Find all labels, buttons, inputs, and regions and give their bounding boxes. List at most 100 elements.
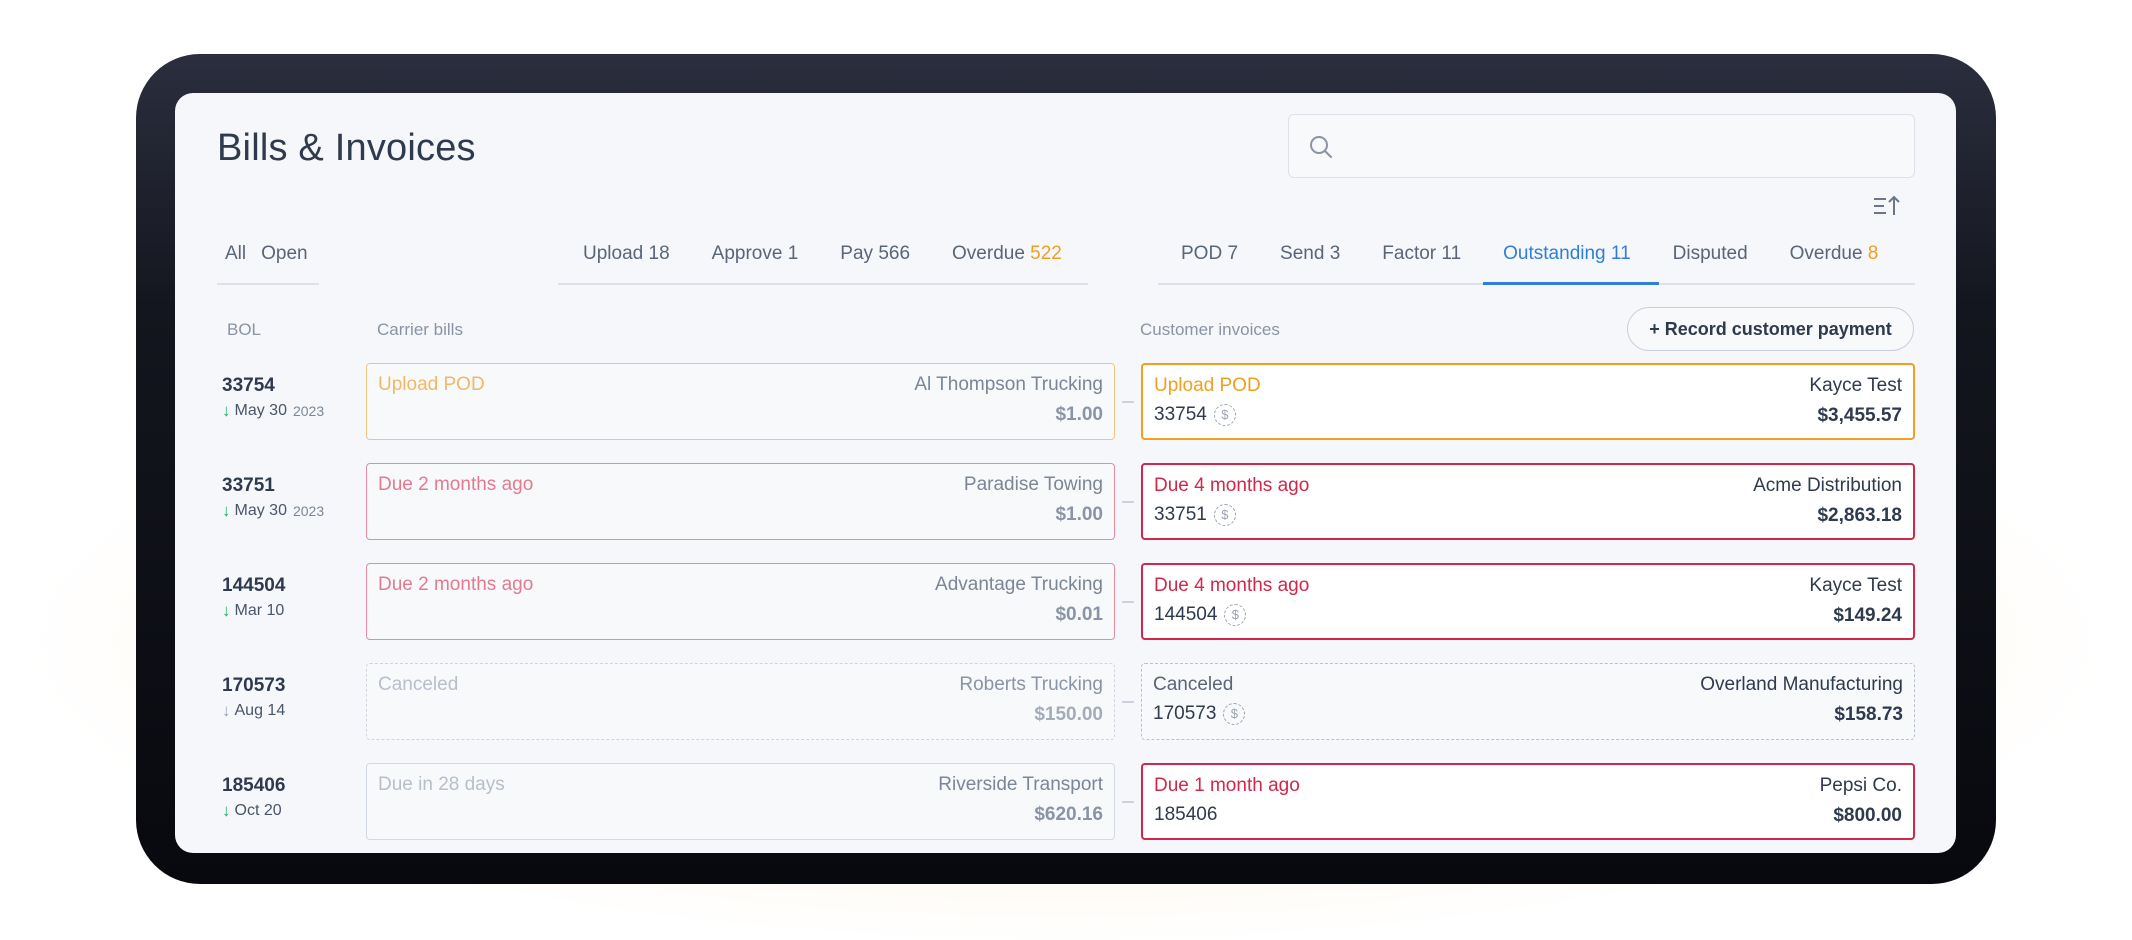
bill-status: Upload POD <box>378 374 485 395</box>
invoice-number: 144504 <box>1154 604 1218 625</box>
tab-label: Factor <box>1382 243 1437 264</box>
tab-count: 3 <box>1329 243 1341 264</box>
invoice-reference: 170573 $ <box>1153 703 1246 725</box>
tab-label: Approve <box>711 243 783 264</box>
invoice-status: Canceled <box>1153 674 1234 695</box>
carrier-bill-card[interactable]: Upload POD Al Thompson Trucking $1.00 <box>366 363 1115 440</box>
dollar-icon[interactable]: $ <box>1224 604 1247 626</box>
customer-name: Overland Manufacturing <box>1700 674 1903 695</box>
carrier-name: Paradise Towing <box>963 474 1103 495</box>
tab-count: 7 <box>1227 243 1239 264</box>
bol-date: ↓ Mar 10 <box>222 601 284 621</box>
sort-icon[interactable] <box>1872 193 1902 221</box>
bol-number[interactable]: 170573 <box>222 675 285 697</box>
dollar-icon[interactable]: $ <box>1213 404 1236 426</box>
carrier-name: Advantage Trucking <box>935 574 1103 595</box>
date-label: May 30 <box>234 502 287 519</box>
tab-outstanding[interactable]: Outstanding 11 <box>1503 243 1630 265</box>
carrier-name: Riverside Transport <box>938 774 1103 795</box>
bol-number[interactable]: 144504 <box>222 575 285 597</box>
bol-date: ↓ May 30 2023 <box>222 401 324 421</box>
arrow-down-icon: ↓ <box>222 701 231 720</box>
invoice-number: 185406 <box>1154 804 1218 825</box>
arrow-down-icon: ↓ <box>222 801 231 820</box>
bill-status: Due in 28 days <box>378 774 505 795</box>
invoice-number: 33754 <box>1154 404 1207 425</box>
tab-label: Pay <box>840 243 874 264</box>
invoice-reference: 33751 $ <box>1154 504 1236 526</box>
bill-tabs: Upload 18 Approve 1 Pay 566 Overdue 522 <box>583 243 1062 279</box>
tab-label: Outstanding <box>1503 243 1606 264</box>
dollar-icon[interactable]: $ <box>1213 504 1236 526</box>
bol-number[interactable]: 185406 <box>222 775 285 797</box>
year-label: 2023 <box>292 403 325 419</box>
tab-upload[interactable]: Upload 18 <box>583 243 670 265</box>
invoice-number: 170573 <box>1153 703 1217 724</box>
carrier-bill-card[interactable]: Due 2 months ago Paradise Towing $1.00 <box>366 463 1115 540</box>
tab-factor[interactable]: Factor 11 <box>1382 243 1461 265</box>
invoice-reference: 185406 <box>1154 804 1217 826</box>
invoice-reference: 144504 $ <box>1154 604 1247 626</box>
column-header-carrier-bills: Carrier bills <box>377 320 463 339</box>
bol-number[interactable]: 33751 <box>222 475 275 497</box>
customer-invoice-card[interactable]: Due 1 month ago 185406 Pepsi Co. $800.00 <box>1141 763 1915 840</box>
column-header-bol: BOL <box>227 320 262 339</box>
tab-pod[interactable]: POD 7 <box>1181 243 1238 265</box>
tab-all[interactable]: All <box>225 243 246 265</box>
bill-status: Canceled <box>378 674 459 695</box>
tab-count: 566 <box>878 243 911 264</box>
row-connector <box>1122 701 1134 703</box>
tab-label: POD <box>1181 243 1223 264</box>
bol-number[interactable]: 33754 <box>222 375 275 397</box>
carrier-bill-card[interactable]: Due in 28 days Riverside Transport $620.16 <box>366 763 1115 840</box>
app-screen: Bills & Invoices All Open Upload 18 Appr… <box>175 93 1956 853</box>
bill-amount: $1.00 <box>1055 404 1103 425</box>
customer-name: Acme Distribution <box>1753 475 1902 496</box>
tab-count: 1 <box>787 243 799 264</box>
tab-send[interactable]: Send 3 <box>1280 243 1340 265</box>
customer-invoice-card[interactable]: Upload POD 33754 $ Kayce Test $3,455.57 <box>1141 363 1915 440</box>
tab-open[interactable]: Open <box>261 243 307 265</box>
tab-count: 522 <box>1030 243 1062 264</box>
tab-label: All <box>225 243 247 264</box>
bill-status: Due 2 months ago <box>378 574 534 595</box>
tab-label: Send <box>1280 243 1325 264</box>
bill-amount: $150.00 <box>1034 704 1103 725</box>
customer-invoice-card[interactable]: Canceled 170573 $ Overland Manufacturing $15… <box>1141 663 1915 740</box>
tab-count: 11 <box>1441 243 1462 264</box>
row-connector <box>1122 401 1134 403</box>
tab-underline <box>217 283 319 285</box>
customer-invoice-card[interactable]: Due 4 months ago 144504 $ Kayce Test $149.24 <box>1141 563 1915 640</box>
record-customer-payment-button[interactable]: + Record customer payment <box>1627 307 1914 351</box>
customer-name: Kayce Test <box>1809 375 1902 396</box>
tab-underline <box>558 283 1088 285</box>
carrier-bill-card[interactable]: Canceled Roberts Trucking $150.00 <box>366 663 1115 740</box>
tab-pay[interactable]: Pay 566 <box>840 243 910 265</box>
date-label: May 30 <box>234 402 287 419</box>
tab-count: 11 <box>1610 243 1631 264</box>
bill-amount: $0.01 <box>1055 604 1103 625</box>
invoice-status: Upload POD <box>1154 375 1261 396</box>
search-input[interactable] <box>1288 114 1915 178</box>
invoice-amount: $2,863.18 <box>1817 505 1902 526</box>
tab-overdue-bills[interactable]: Overdue 522 <box>952 243 1062 265</box>
tab-count: 18 <box>648 243 670 264</box>
dollar-icon[interactable]: $ <box>1223 703 1246 725</box>
tab-overdue-invoices[interactable]: Overdue 8 <box>1790 243 1879 265</box>
column-header-customer-invoices: Customer invoices <box>1140 320 1280 339</box>
invoice-reference: 33754 $ <box>1154 404 1236 426</box>
customer-invoice-card[interactable]: Due 4 months ago 33751 $ Acme Distribution $… <box>1141 463 1915 540</box>
date-label: Aug 14 <box>234 702 286 719</box>
invoice-amount: $158.73 <box>1834 704 1903 725</box>
tab-label: Disputed <box>1672 243 1748 264</box>
customer-name: Kayce Test <box>1809 575 1902 596</box>
year-label: 2023 <box>292 503 325 519</box>
tab-count: 8 <box>1867 243 1879 264</box>
tab-disputed[interactable]: Disputed <box>1673 243 1748 265</box>
carrier-bill-card[interactable]: Due 2 months ago Advantage Trucking $0.01 <box>366 563 1115 640</box>
tab-approve[interactable]: Approve 1 <box>712 243 799 265</box>
bol-date: ↓ Aug 14 <box>222 701 285 721</box>
tab-active-indicator <box>1483 282 1659 285</box>
row-connector <box>1122 801 1134 803</box>
tab-label: Overdue <box>1789 243 1863 264</box>
